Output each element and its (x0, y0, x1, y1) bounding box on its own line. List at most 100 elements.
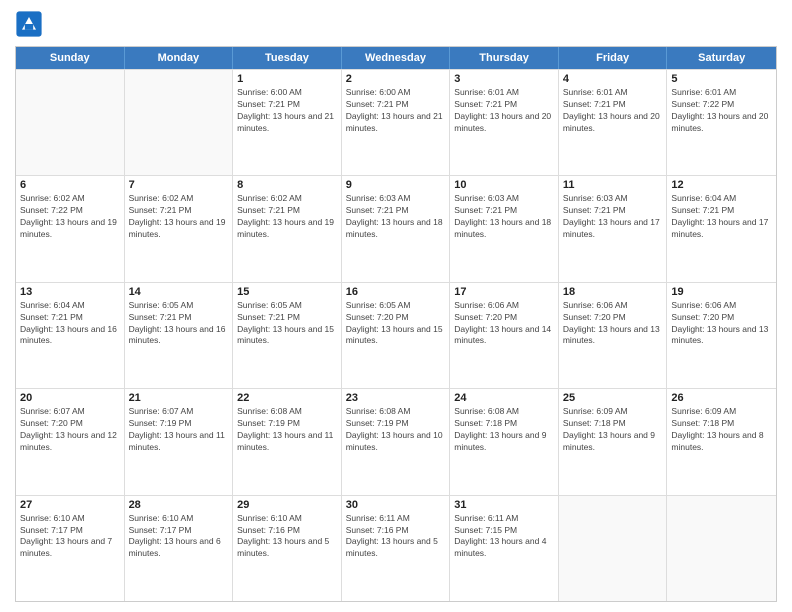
day-cell-12: 12 Sunrise: 6:04 AMSunset: 7:21 PMDayligh… (667, 176, 776, 281)
day-info: Sunrise: 6:02 AMSunset: 7:21 PMDaylight:… (129, 193, 229, 241)
week-row-5: 27 Sunrise: 6:10 AMSunset: 7:17 PMDayligh… (16, 495, 776, 601)
day-number: 26 (671, 392, 772, 404)
day-number: 21 (129, 392, 229, 404)
day-number: 24 (454, 392, 554, 404)
day-number: 5 (671, 73, 772, 85)
day-cell-1: 1Sunrise: 6:00 AMSunset: 7:21 PMDaylight… (233, 70, 342, 175)
day-number: 3 (454, 73, 554, 85)
empty-cell (667, 496, 776, 601)
day-info: Sunrise: 6:09 AMSunset: 7:18 PMDaylight:… (563, 406, 663, 454)
week-row-3: 13 Sunrise: 6:04 AMSunset: 7:21 PMDayligh… (16, 282, 776, 388)
day-number: 17 (454, 286, 554, 298)
day-info: Sunrise: 6:03 AMSunset: 7:21 PMDaylight:… (454, 193, 554, 241)
day-info: Sunrise: 6:07 AMSunset: 7:20 PMDaylight:… (20, 406, 120, 454)
day-number: 13 (20, 286, 120, 298)
day-info: Sunrise: 6:11 AMSunset: 7:16 PMDaylight:… (346, 513, 446, 561)
day-number: 12 (671, 179, 772, 191)
day-number: 22 (237, 392, 337, 404)
day-info: Sunrise: 6:05 AMSunset: 7:21 PMDaylight:… (129, 300, 229, 348)
empty-cell (559, 496, 668, 601)
day-number: 2 (346, 73, 446, 85)
day-info: Sunrise: 6:08 AMSunset: 7:19 PMDaylight:… (346, 406, 446, 454)
day-number: 25 (563, 392, 663, 404)
day-cell-8: 8 Sunrise: 6:02 AMSunset: 7:21 PMDaylight… (233, 176, 342, 281)
empty-cell (16, 70, 125, 175)
day-info: Sunrise: 6:00 AMSunset: 7:21 PMDaylight:… (237, 87, 337, 135)
day-info: Sunrise: 6:03 AMSunset: 7:21 PMDaylight:… (563, 193, 663, 241)
day-number: 16 (346, 286, 446, 298)
day-info: Sunrise: 6:07 AMSunset: 7:19 PMDaylight:… (129, 406, 229, 454)
header-day-sunday: Sunday (16, 47, 125, 69)
day-number: 15 (237, 286, 337, 298)
header-day-thursday: Thursday (450, 47, 559, 69)
header-day-monday: Monday (125, 47, 234, 69)
week-row-4: 20 Sunrise: 6:07 AMSunset: 7:20 PMDayligh… (16, 388, 776, 494)
day-info: Sunrise: 6:01 AMSunset: 7:22 PMDaylight:… (671, 87, 772, 135)
day-info: Sunrise: 6:02 AMSunset: 7:21 PMDaylight:… (237, 193, 337, 241)
header-day-wednesday: Wednesday (342, 47, 451, 69)
day-info: Sunrise: 6:04 AMSunset: 7:21 PMDaylight:… (20, 300, 120, 348)
day-cell-28: 28 Sunrise: 6:10 AMSunset: 7:17 PMDayligh… (125, 496, 234, 601)
day-cell-23: 23Sunrise: 6:08 AMSunset: 7:19 PMDayligh… (342, 389, 451, 494)
day-info: Sunrise: 6:10 AMSunset: 7:17 PMDaylight:… (129, 513, 229, 561)
day-cell-21: 21 Sunrise: 6:07 AMSunset: 7:19 PMDayligh… (125, 389, 234, 494)
day-cell-30: 30Sunrise: 6:11 AMSunset: 7:16 PMDayligh… (342, 496, 451, 601)
calendar-body: 1Sunrise: 6:00 AMSunset: 7:21 PMDaylight… (16, 69, 776, 601)
day-number: 18 (563, 286, 663, 298)
day-info: Sunrise: 6:11 AMSunset: 7:15 PMDaylight:… (454, 513, 554, 561)
page: SundayMondayTuesdayWednesdayThursdayFrid… (0, 0, 792, 612)
day-number: 19 (671, 286, 772, 298)
day-number: 10 (454, 179, 554, 191)
day-cell-4: 4 Sunrise: 6:01 AMSunset: 7:21 PMDaylight… (559, 70, 668, 175)
header-day-saturday: Saturday (667, 47, 776, 69)
day-info: Sunrise: 6:04 AMSunset: 7:21 PMDaylight:… (671, 193, 772, 241)
day-cell-29: 29Sunrise: 6:10 AMSunset: 7:16 PMDayligh… (233, 496, 342, 601)
day-cell-19: 19 Sunrise: 6:06 AMSunset: 7:20 PMDayligh… (667, 283, 776, 388)
day-cell-3: 3 Sunrise: 6:01 AMSunset: 7:21 PMDaylight… (450, 70, 559, 175)
day-number: 11 (563, 179, 663, 191)
day-number: 7 (129, 179, 229, 191)
day-info: Sunrise: 6:05 AMSunset: 7:21 PMDaylight:… (237, 300, 337, 348)
day-cell-7: 7 Sunrise: 6:02 AMSunset: 7:21 PMDaylight… (125, 176, 234, 281)
day-number: 27 (20, 499, 120, 511)
day-number: 8 (237, 179, 337, 191)
day-info: Sunrise: 6:06 AMSunset: 7:20 PMDaylight:… (671, 300, 772, 348)
day-cell-25: 25 Sunrise: 6:09 AMSunset: 7:18 PMDayligh… (559, 389, 668, 494)
day-cell-10: 10 Sunrise: 6:03 AMSunset: 7:21 PMDayligh… (450, 176, 559, 281)
day-number: 29 (237, 499, 337, 511)
day-number: 4 (563, 73, 663, 85)
day-info: Sunrise: 6:02 AMSunset: 7:22 PMDaylight:… (20, 193, 120, 241)
day-info: Sunrise: 6:06 AMSunset: 7:20 PMDaylight:… (454, 300, 554, 348)
day-cell-13: 13 Sunrise: 6:04 AMSunset: 7:21 PMDayligh… (16, 283, 125, 388)
day-cell-6: 6 Sunrise: 6:02 AMSunset: 7:22 PMDaylight… (16, 176, 125, 281)
day-cell-26: 26 Sunrise: 6:09 AMSunset: 7:18 PMDayligh… (667, 389, 776, 494)
day-cell-11: 11 Sunrise: 6:03 AMSunset: 7:21 PMDayligh… (559, 176, 668, 281)
day-info: Sunrise: 6:03 AMSunset: 7:21 PMDaylight:… (346, 193, 446, 241)
day-cell-2: 2 Sunrise: 6:00 AMSunset: 7:21 PMDaylight… (342, 70, 451, 175)
week-row-2: 6 Sunrise: 6:02 AMSunset: 7:22 PMDaylight… (16, 175, 776, 281)
day-cell-24: 24Sunrise: 6:08 AMSunset: 7:18 PMDayligh… (450, 389, 559, 494)
day-cell-16: 16 Sunrise: 6:05 AMSunset: 7:20 PMDayligh… (342, 283, 451, 388)
day-info: Sunrise: 6:09 AMSunset: 7:18 PMDaylight:… (671, 406, 772, 454)
day-number: 9 (346, 179, 446, 191)
logo-icon (15, 10, 43, 38)
day-number: 28 (129, 499, 229, 511)
day-cell-5: 5 Sunrise: 6:01 AMSunset: 7:22 PMDaylight… (667, 70, 776, 175)
day-info: Sunrise: 6:00 AMSunset: 7:21 PMDaylight:… (346, 87, 446, 135)
day-number: 20 (20, 392, 120, 404)
day-info: Sunrise: 6:01 AMSunset: 7:21 PMDaylight:… (563, 87, 663, 135)
day-cell-14: 14 Sunrise: 6:05 AMSunset: 7:21 PMDayligh… (125, 283, 234, 388)
day-info: Sunrise: 6:10 AMSunset: 7:17 PMDaylight:… (20, 513, 120, 561)
day-number: 14 (129, 286, 229, 298)
day-cell-15: 15 Sunrise: 6:05 AMSunset: 7:21 PMDayligh… (233, 283, 342, 388)
day-cell-18: 18 Sunrise: 6:06 AMSunset: 7:20 PMDayligh… (559, 283, 668, 388)
day-cell-31: 31 Sunrise: 6:11 AMSunset: 7:15 PMDayligh… (450, 496, 559, 601)
empty-cell (125, 70, 234, 175)
day-info: Sunrise: 6:05 AMSunset: 7:20 PMDaylight:… (346, 300, 446, 348)
day-number: 31 (454, 499, 554, 511)
day-cell-17: 17 Sunrise: 6:06 AMSunset: 7:20 PMDayligh… (450, 283, 559, 388)
day-info: Sunrise: 6:01 AMSunset: 7:21 PMDaylight:… (454, 87, 554, 135)
header-day-friday: Friday (559, 47, 668, 69)
day-info: Sunrise: 6:06 AMSunset: 7:20 PMDaylight:… (563, 300, 663, 348)
day-number: 6 (20, 179, 120, 191)
